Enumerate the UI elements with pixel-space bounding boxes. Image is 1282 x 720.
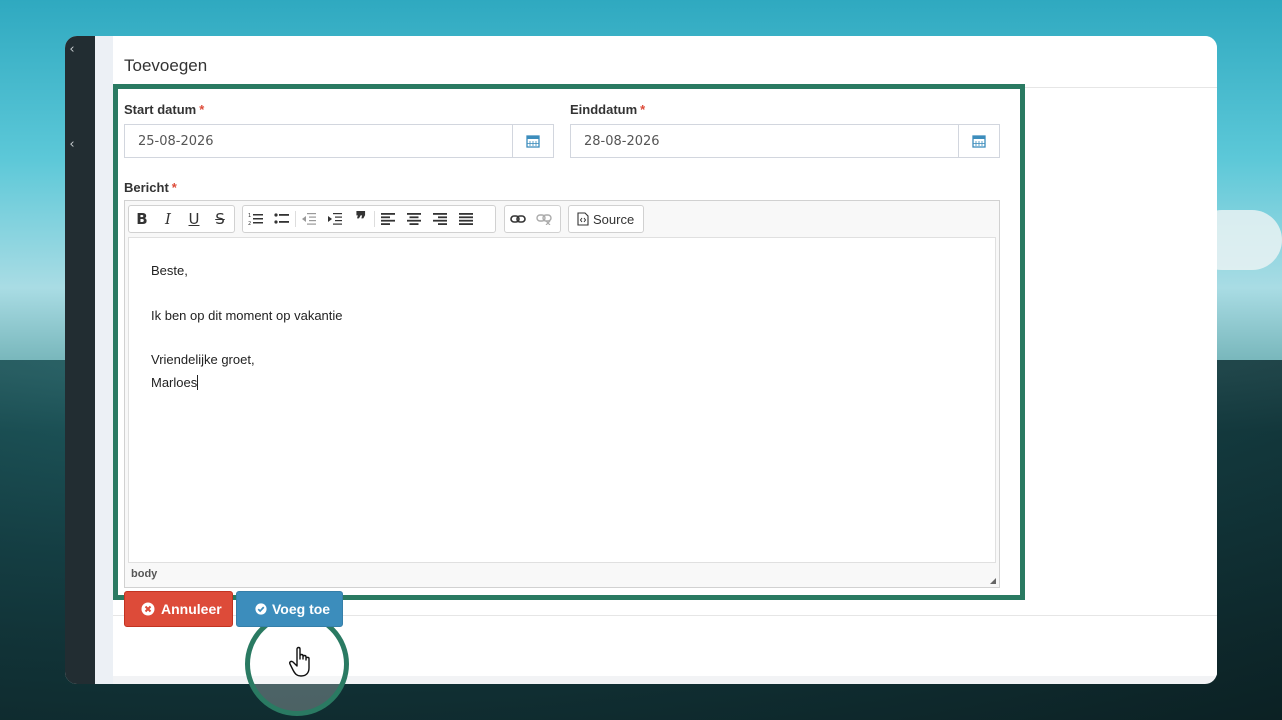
outdent-icon — [302, 213, 316, 225]
align-right-button[interactable] — [427, 206, 453, 232]
required-mark: * — [199, 102, 205, 117]
indent-icon — [328, 213, 342, 225]
numbered-list-button[interactable]: 1 2 — [243, 206, 269, 232]
unlink-icon — [536, 214, 552, 225]
start-date-label-text: Start datum — [124, 102, 197, 117]
add-button[interactable]: Voeg toe — [236, 591, 343, 627]
calendar-icon — [526, 135, 540, 148]
end-date-group — [570, 124, 1000, 158]
add-panel: Toevoegen Start datum* Einddatum* — [113, 36, 1217, 676]
bold-button[interactable]: B — [129, 206, 155, 232]
end-date-input[interactable] — [571, 125, 967, 157]
end-date-label-text: Einddatum — [570, 102, 638, 117]
content-line: Vriendelijke groet, — [151, 352, 255, 367]
sidebar: ‹ ‹ — [65, 36, 95, 684]
start-date-label: Start datum * — [124, 102, 204, 117]
cancel-button[interactable]: Annuleer — [124, 591, 233, 627]
cancel-button-label: Annuleer — [161, 601, 222, 617]
panel-header: Toevoegen — [113, 36, 1217, 88]
hand-cursor-icon — [289, 646, 310, 677]
toolbar-links — [504, 205, 561, 233]
quote-icon: ❞ — [355, 207, 367, 231]
align-right-icon — [433, 213, 447, 225]
times-circle-icon — [141, 602, 155, 616]
align-center-button[interactable] — [401, 206, 427, 232]
bulleted-list-icon — [274, 213, 289, 224]
content-line: Ik ben op dit moment op vakantie — [151, 308, 343, 323]
required-mark: * — [640, 102, 646, 117]
justify-button[interactable] — [453, 206, 479, 232]
app-window: ‹ ‹ Toevoegen Start datum * 25-08-2026 E… — [65, 36, 1217, 684]
toolbar-basic-styles: B I U S — [128, 205, 235, 233]
justify-icon — [459, 213, 473, 225]
page-title: Toevoegen — [124, 56, 208, 75]
toolbar-paragraph: 1 2 ❞ — [242, 205, 496, 233]
align-left-button[interactable] — [375, 206, 401, 232]
required-mark: * — [171, 180, 177, 195]
start-date-group — [124, 124, 554, 158]
underline-button[interactable]: U — [181, 206, 207, 232]
align-center-icon — [407, 213, 421, 225]
calendar-icon — [972, 135, 986, 148]
link-icon — [510, 215, 526, 223]
source-icon — [577, 212, 589, 226]
message-label-text: Bericht — [124, 180, 169, 195]
content-line: Marloes — [151, 375, 198, 390]
message-label: Bericht * — [124, 180, 177, 195]
outdent-button[interactable] — [296, 206, 322, 232]
sidebar-collapse-icon[interactable]: ‹ — [65, 42, 79, 57]
resize-handle[interactable] — [990, 578, 996, 584]
blockquote-button[interactable]: ❞ — [348, 206, 374, 232]
indent-button[interactable] — [322, 206, 348, 232]
bulleted-list-button[interactable] — [269, 206, 295, 232]
editor-content-area[interactable]: Beste, Ik ben op dit moment op vakantie … — [128, 237, 996, 563]
align-left-icon — [381, 213, 395, 225]
add-button-label: Voeg toe — [272, 601, 331, 617]
numbered-list-icon: 1 2 — [248, 213, 263, 226]
unlink-button[interactable] — [531, 206, 557, 232]
svg-text:1: 1 — [248, 213, 251, 219]
strike-button[interactable]: S — [207, 206, 233, 232]
start-date-input[interactable] — [125, 125, 521, 157]
svg-text:2: 2 — [248, 221, 251, 226]
end-date-calendar-button[interactable] — [958, 125, 999, 157]
check-circle-icon — [255, 603, 267, 615]
italic-button[interactable]: I — [155, 206, 181, 232]
start-date-calendar-button[interactable] — [512, 125, 553, 157]
source-label: Source — [593, 211, 635, 227]
content-gutter — [95, 36, 113, 684]
end-date-label: Einddatum * — [570, 102, 645, 117]
text-caret — [197, 375, 199, 390]
content-line-last: Marloes — [151, 375, 199, 390]
source-button[interactable]: Source — [568, 205, 644, 233]
element-path[interactable]: body — [131, 568, 157, 580]
link-button[interactable] — [505, 206, 531, 232]
content-line: Beste, — [151, 263, 188, 278]
rich-text-editor: B I U S 1 2 ❞ Source Beste, Ik ben op di… — [124, 200, 1000, 588]
sidebar-toggle-icon[interactable]: ‹ — [65, 137, 79, 152]
